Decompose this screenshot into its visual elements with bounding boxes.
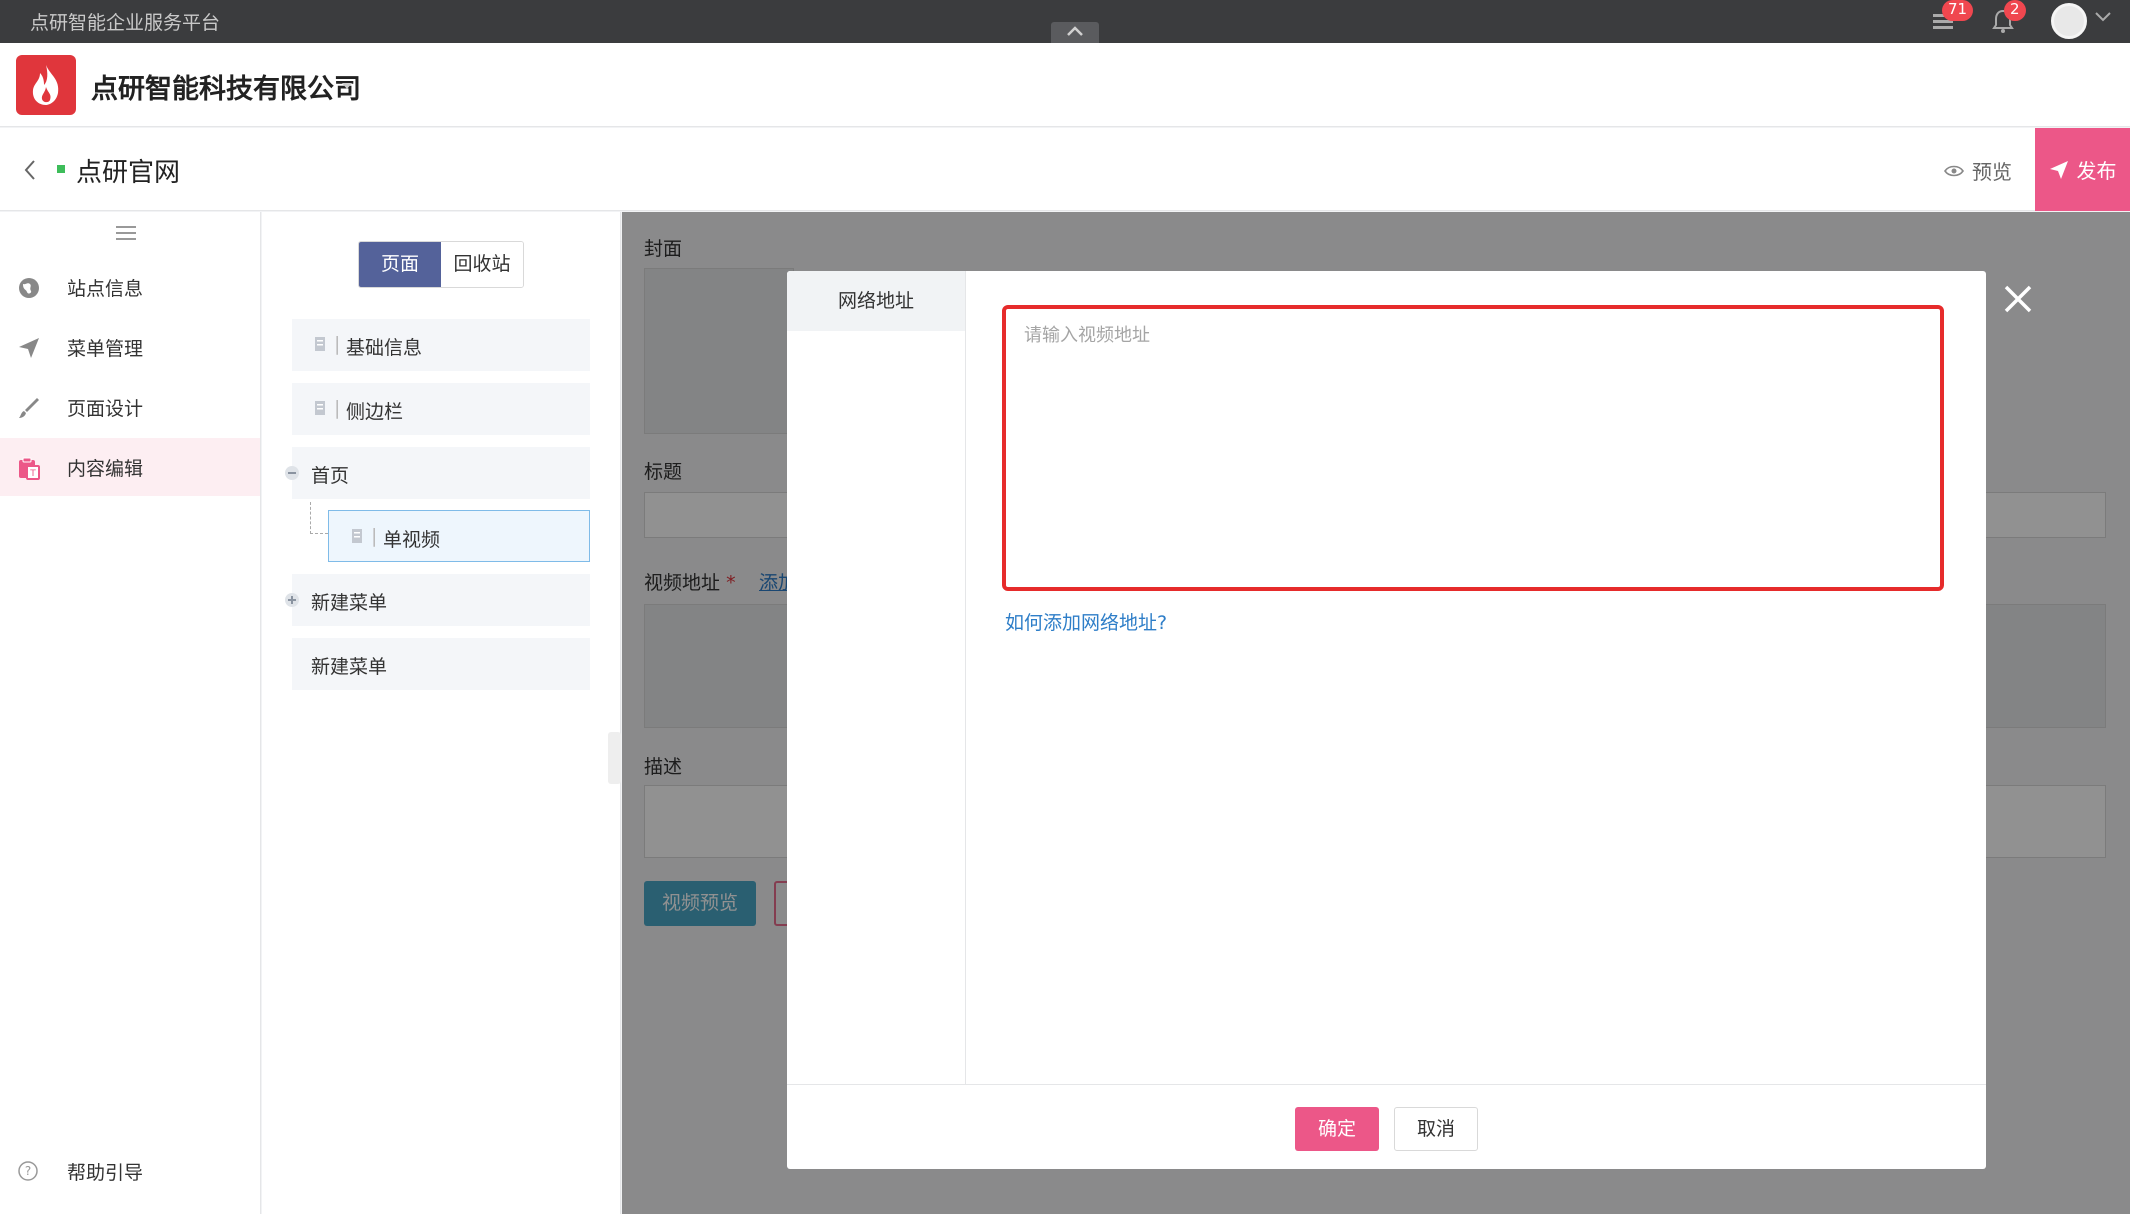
help-guide-link[interactable]: ? 帮助引导 (0, 1152, 260, 1192)
sidebar-item-page-design[interactable]: 页面设计 (0, 378, 260, 436)
video-url-modal: 网络地址 如何添加网络地址? 确定 取消 (787, 271, 1986, 1169)
how-to-add-url-link[interactable]: 如何添加网络地址? (1005, 608, 1167, 635)
tree-item-new-menu-2[interactable]: 新建菜单 (292, 638, 590, 690)
confirm-button[interactable]: 确定 (1295, 1107, 1379, 1151)
preview-label: 预览 (1972, 160, 2012, 184)
site-title: 点研官网 (76, 158, 181, 188)
sidebar-item-site-info[interactable]: 站点信息 (0, 258, 260, 316)
publish-button[interactable]: 发布 (2035, 128, 2130, 211)
preview-button[interactable]: 预览 (1944, 156, 2012, 185)
sidebar-item-content-edit[interactable]: T 内容编辑 (0, 438, 260, 496)
cancel-button[interactable]: 取消 (1394, 1107, 1478, 1151)
tree-item-sidebar[interactable]: | 侧边栏 (292, 383, 590, 435)
paper-plane-icon (19, 338, 39, 358)
panel-resize-handle[interactable] (608, 732, 621, 784)
document-icon (352, 529, 362, 543)
flame-icon (32, 65, 59, 105)
document-icon (315, 337, 325, 351)
globe-icon (19, 278, 39, 298)
page-tree-panel: 页面 回收站 | 基础信息 | 侧边栏 首页 | 单视频 新建菜单 新建菜单 (262, 212, 621, 1214)
caret-down-icon[interactable] (340, 81, 354, 91)
question-circle-icon: ? (18, 1161, 38, 1181)
tree-tab-group: 页面 回收站 (358, 241, 524, 288)
tree-item-new-menu[interactable]: 新建菜单 (285, 574, 590, 626)
site-header: 点研官网 预览 发布 (0, 128, 2130, 211)
modal-tab-list: 网络地址 (787, 271, 966, 1084)
chevron-up-icon (1067, 26, 1083, 36)
clipboard-icon: T (19, 457, 40, 480)
expand-plus-icon[interactable] (284, 592, 300, 608)
brush-icon (19, 398, 39, 418)
back-chevron-icon[interactable] (22, 158, 38, 182)
left-sidebar: 站点信息 菜单管理 页面设计 T 内容编辑 ? 帮助引导 (0, 212, 261, 1214)
collapse-header-button[interactable] (1051, 22, 1099, 43)
notifications-button[interactable]: 2 (1992, 0, 2026, 38)
messages-button[interactable]: 71 (1932, 0, 1974, 36)
modal-footer: 确定 取消 (787, 1084, 1986, 1169)
company-header: 点研智能科技有限公司 (0, 43, 2130, 127)
sidebar-item-menu-manage[interactable]: 菜单管理 (0, 318, 260, 376)
tab-pages[interactable]: 页面 (359, 242, 441, 287)
platform-name: 点研智能企业服务平台 (30, 12, 221, 34)
tree-item-basic-info[interactable]: | 基础信息 (292, 319, 590, 371)
video-url-input[interactable] (1002, 305, 1944, 591)
send-icon (2049, 160, 2068, 179)
chevron-down-icon[interactable] (2094, 10, 2112, 24)
site-status-dot (57, 165, 65, 173)
hamburger-icon[interactable] (116, 224, 136, 242)
tree-item-home[interactable]: 首页 (285, 447, 590, 499)
user-avatar[interactable] (2051, 3, 2087, 39)
eye-icon (1944, 165, 1964, 176)
publish-label: 发布 (2076, 159, 2117, 183)
notifications-badge: 2 (2004, 0, 2026, 21)
top-bar: 点研智能企业服务平台 71 2 (0, 0, 2130, 43)
document-icon (315, 401, 325, 415)
company-logo (16, 55, 76, 115)
company-name[interactable]: 点研智能科技有限公司 (91, 67, 361, 106)
messages-badge: 71 (1942, 0, 1974, 21)
close-icon[interactable] (2002, 283, 2034, 315)
svg-text:?: ? (25, 1164, 31, 1178)
svg-text:T: T (29, 469, 36, 479)
tree-item-single-video[interactable]: | 单视频 (328, 510, 590, 562)
collapse-minus-icon[interactable] (284, 465, 300, 481)
tab-recycle-bin[interactable]: 回收站 (441, 242, 523, 287)
tree-connector (310, 502, 328, 534)
tab-network-url[interactable]: 网络地址 (787, 271, 965, 331)
